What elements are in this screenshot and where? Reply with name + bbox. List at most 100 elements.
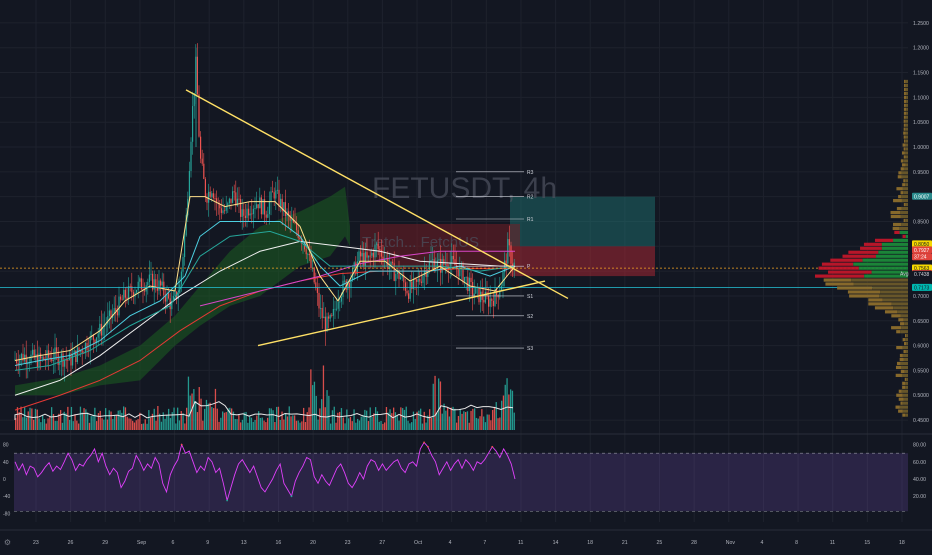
vp-bar-up xyxy=(902,187,908,191)
candle-body xyxy=(459,266,461,277)
volume-bar xyxy=(238,414,240,430)
candlestick-chart[interactable]: FETUSDT, 4hTretch... FetchUSR3R2R1PS1S2S… xyxy=(0,0,932,550)
vp-bar-down xyxy=(896,393,903,397)
candle-body xyxy=(339,301,341,303)
volume-bar xyxy=(240,422,242,430)
candle-body xyxy=(406,290,408,294)
volume-bar xyxy=(513,412,515,430)
price-tick-label: 0.6000 xyxy=(913,344,929,350)
vp-bar-up xyxy=(905,115,908,119)
volume-bar xyxy=(83,408,85,430)
candle-body xyxy=(257,204,259,209)
volume-bar xyxy=(123,406,125,430)
volume-bar xyxy=(340,408,343,430)
volume-bar xyxy=(348,418,350,430)
vp-bar-up xyxy=(905,143,908,147)
candle-body xyxy=(240,199,242,217)
vp-bar-up xyxy=(905,338,908,342)
volume-bar xyxy=(438,378,440,430)
volume-bar xyxy=(69,419,71,430)
volume-bar xyxy=(441,413,443,430)
candle-body xyxy=(392,261,394,264)
candle-body xyxy=(220,208,222,213)
vp-bar-up xyxy=(891,302,908,306)
volume-bar xyxy=(42,414,44,430)
rsi-overbought-point xyxy=(180,443,183,446)
candle-body xyxy=(160,280,162,286)
rsi-band xyxy=(14,453,908,512)
volume-bar xyxy=(277,406,280,430)
candle-body xyxy=(228,198,230,204)
volume-bar xyxy=(38,418,40,430)
volume-bar xyxy=(94,407,96,430)
vp-bar-down xyxy=(903,115,906,119)
price-tick-label: 0.5000 xyxy=(913,393,929,399)
volume-bar xyxy=(270,408,272,430)
vp-bar-up xyxy=(878,250,908,254)
volume-bar xyxy=(285,414,287,430)
vp-bar-down xyxy=(815,274,865,278)
vp-bar-up xyxy=(900,361,908,366)
volume-bar xyxy=(421,423,424,430)
candle-body xyxy=(260,197,262,215)
volume-bar xyxy=(43,418,46,430)
candle-body xyxy=(188,171,190,199)
vp-bar-up xyxy=(900,365,908,370)
candle-body xyxy=(363,253,365,266)
candle-body xyxy=(395,274,397,281)
volume-bar xyxy=(301,421,303,430)
vp-bar-up xyxy=(900,314,908,318)
volume-bar xyxy=(443,403,445,430)
volume-bar xyxy=(45,423,47,430)
settings-icon[interactable]: ⚙ xyxy=(3,538,12,547)
candle-body xyxy=(222,210,224,213)
volume-bar xyxy=(243,412,245,430)
vp-bar-down xyxy=(884,310,898,314)
vp-bar-down xyxy=(902,234,906,238)
volume-bar xyxy=(115,415,118,430)
volume-bar xyxy=(434,375,436,430)
volume-bar xyxy=(474,408,476,430)
vp-bar-up xyxy=(905,163,908,167)
volume-bar xyxy=(146,423,148,430)
vp-bar-up xyxy=(902,409,908,413)
volume-bar xyxy=(493,406,496,430)
price-tick-label: 1.1000 xyxy=(913,95,929,101)
candle-body xyxy=(444,264,446,265)
candle-body xyxy=(470,277,472,283)
candle-body xyxy=(472,282,474,296)
volume-bar xyxy=(286,416,289,430)
volume-bar xyxy=(330,423,332,430)
chart-area[interactable]: FETUSDT, 4h Tretch... FetchUS R3 R2 R1 P S1 S2 S… xyxy=(0,0,932,550)
volume-bar xyxy=(342,417,344,430)
volume-bar xyxy=(510,389,512,430)
vp-bar-down xyxy=(896,187,903,191)
candle-body xyxy=(276,189,278,191)
vp-bar-up xyxy=(881,242,908,246)
volume-bar xyxy=(450,407,452,430)
pivot-label: S2 xyxy=(527,314,533,320)
vp-bar-up xyxy=(882,298,908,302)
volume-bar xyxy=(490,420,492,430)
volume-bar xyxy=(105,408,107,430)
price-tick-label: 1.2000 xyxy=(913,46,929,52)
volume-bar xyxy=(420,408,422,430)
time-tick-label: 21 xyxy=(622,540,628,546)
vp-bar-down xyxy=(891,314,901,318)
volume-bar xyxy=(133,422,136,430)
volume-bar xyxy=(272,410,274,430)
candle-body xyxy=(180,271,182,285)
volume-bar xyxy=(196,412,199,430)
volume-bar xyxy=(288,406,290,430)
volume-bar xyxy=(106,419,109,430)
candle-body xyxy=(147,282,149,286)
volume-bar xyxy=(155,420,157,430)
candle-body xyxy=(305,249,307,255)
volume-bar xyxy=(315,395,317,430)
vp-bar-down xyxy=(898,318,904,322)
vp-bar-up xyxy=(905,349,908,354)
volume-bar xyxy=(177,407,179,430)
volume-bar xyxy=(425,422,427,430)
volume-bar xyxy=(355,422,357,430)
vp-bar-down xyxy=(903,135,906,139)
